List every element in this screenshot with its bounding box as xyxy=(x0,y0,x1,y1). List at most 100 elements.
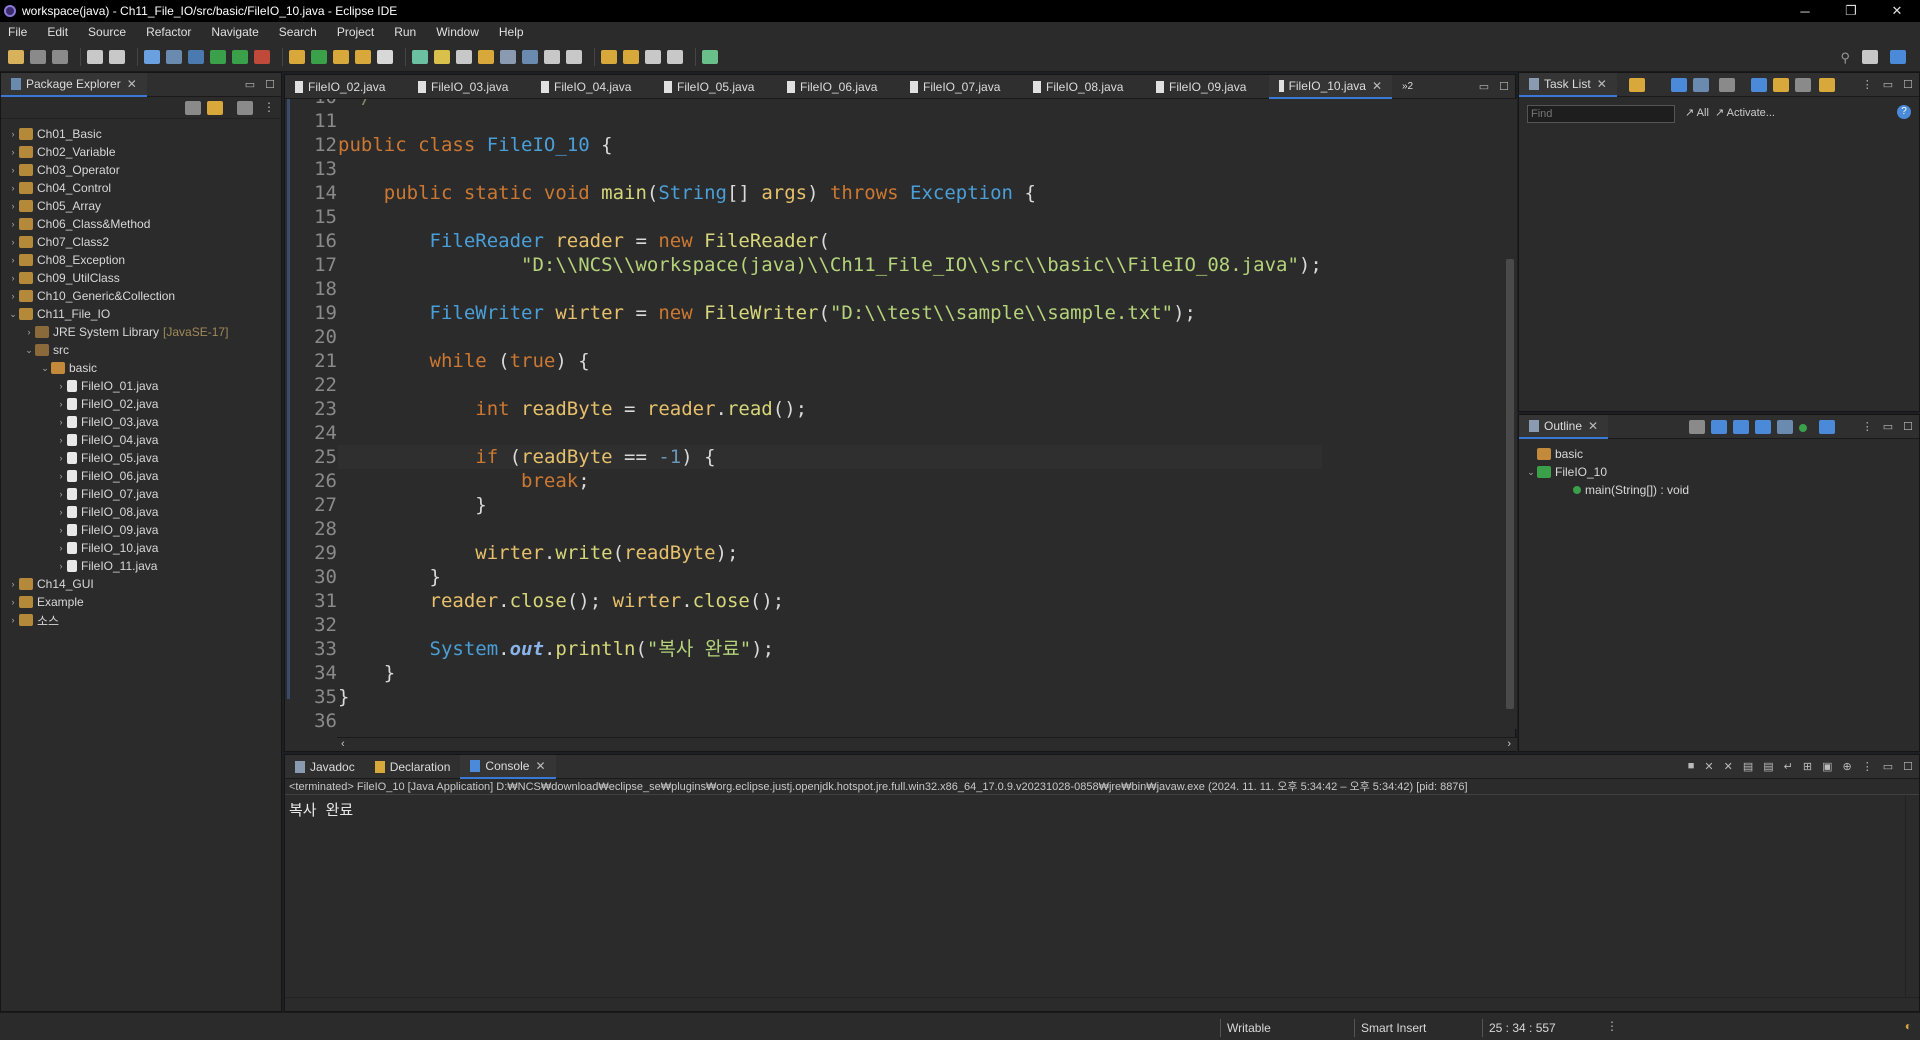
forward-icon[interactable] xyxy=(667,49,683,64)
new-icon[interactable] xyxy=(8,49,24,64)
expand-arrow-icon[interactable]: › xyxy=(7,201,19,211)
code-editor[interactable]: 1011121314151617181920212223242526272829… xyxy=(285,99,1517,729)
expand-arrow-icon[interactable]: › xyxy=(55,381,67,391)
expand-arrow-icon[interactable]: › xyxy=(7,615,19,625)
expand-arrow-icon[interactable]: › xyxy=(7,579,19,589)
expand-arrow-icon[interactable]: › xyxy=(7,255,19,265)
terminal-icon[interactable] xyxy=(144,49,160,64)
tab-outline[interactable]: Outline ✕ xyxy=(1519,414,1609,439)
tab-fileio_08-java[interactable]: FileIO_08.java xyxy=(1023,75,1146,99)
expand-arrow-icon[interactable]: › xyxy=(55,489,67,499)
menu-search[interactable]: Search xyxy=(279,25,317,39)
hide-static-icon[interactable] xyxy=(1755,420,1771,434)
tree-item-19[interactable]: › FileIO_06.java xyxy=(1,467,281,485)
tab-task-list[interactable]: Task List ✕ xyxy=(1519,72,1617,97)
code-line[interactable] xyxy=(338,421,1322,445)
activate-button[interactable]: ↗ Activate... xyxy=(1715,106,1775,119)
focus-icon[interactable] xyxy=(1751,78,1767,92)
collapse-all-icon[interactable] xyxy=(1689,420,1705,434)
menu-edit[interactable]: Edit xyxy=(47,25,68,39)
collapse-all-icon[interactable] xyxy=(185,101,201,115)
skip-breakpoints-icon[interactable] xyxy=(166,49,182,64)
tree-item-23[interactable]: › FileIO_10.java xyxy=(1,539,281,557)
menu-source[interactable]: Source xyxy=(88,25,126,39)
terminate-icon[interactable]: ■ xyxy=(1688,760,1695,773)
minimize-icon[interactable]: ▭ xyxy=(1883,78,1893,91)
run-icon[interactable] xyxy=(210,49,226,64)
tree-item-13[interactable]: ⌄ basic xyxy=(1,359,281,377)
expand-arrow-icon[interactable]: › xyxy=(7,183,19,193)
status-insert-mode[interactable]: Smart Insert xyxy=(1354,1019,1426,1037)
sort-icon[interactable] xyxy=(1711,420,1727,434)
back-icon[interactable] xyxy=(645,49,661,64)
maximize-icon[interactable]: ☐ xyxy=(1903,760,1913,773)
expand-arrow-icon[interactable]: › xyxy=(55,525,67,535)
new-task-icon[interactable] xyxy=(1629,78,1645,92)
outline-item-1[interactable]: ⌄ FileIO_10 xyxy=(1519,463,1919,481)
code-line[interactable]: FileReader reader = new FileReader( xyxy=(338,229,1322,253)
tab-fileio_05-java[interactable]: FileIO_05.java xyxy=(654,75,777,99)
remove-all-icon[interactable]: ✕ xyxy=(1724,760,1733,773)
code-line[interactable]: while (true) { xyxy=(338,349,1322,373)
block-select-icon[interactable] xyxy=(478,49,494,64)
expand-arrow-icon[interactable]: › xyxy=(55,561,67,571)
refresh-icon[interactable] xyxy=(1819,78,1835,92)
menu-file[interactable]: File xyxy=(8,25,27,39)
tab-fileio_04-java[interactable]: FileIO_04.java xyxy=(531,75,654,99)
hide-fields-icon[interactable] xyxy=(1733,420,1749,434)
expand-arrow-icon[interactable]: ⌄ xyxy=(23,345,35,356)
remove-launch-icon[interactable]: ✕ xyxy=(1704,760,1713,773)
menu-refactor[interactable]: Refactor xyxy=(146,25,191,39)
code-line[interactable]: break; xyxy=(338,469,1322,493)
tree-item-6[interactable]: › Ch07_Class2 xyxy=(1,233,281,251)
expand-arrow-icon[interactable]: › xyxy=(55,507,67,517)
scroll-right-icon[interactable]: › xyxy=(1507,738,1511,750)
tree-item-2[interactable]: › Ch03_Operator xyxy=(1,161,281,179)
code-line[interactable]: */ xyxy=(338,99,1322,109)
back-edit-icon[interactable] xyxy=(601,49,617,64)
expand-arrow-icon[interactable]: › xyxy=(55,543,67,553)
code-line[interactable] xyxy=(338,157,1322,181)
menu-run[interactable]: Run xyxy=(394,25,416,39)
minimize-button[interactable]: ─ xyxy=(1782,0,1828,22)
tab-fileio_03-java[interactable]: FileIO_03.java xyxy=(408,75,531,99)
close-icon[interactable]: ✕ xyxy=(127,77,137,91)
maximize-icon[interactable]: ☐ xyxy=(1903,78,1913,91)
close-icon[interactable]: ✕ xyxy=(1597,77,1607,91)
tab-fileio_09-java[interactable]: FileIO_09.java xyxy=(1146,75,1269,99)
redo-icon[interactable] xyxy=(109,49,125,64)
tree-item-25[interactable]: › Ch14_GUI xyxy=(1,575,281,593)
pin-console-icon[interactable]: ⊞ xyxy=(1803,760,1812,773)
code-line[interactable]: wirter.write(readByte); xyxy=(338,541,1322,565)
tree-item-22[interactable]: › FileIO_09.java xyxy=(1,521,281,539)
expand-arrow-icon[interactable]: › xyxy=(7,147,19,157)
tree-item-11[interactable]: › JRE System Library [JavaSE-17] xyxy=(1,323,281,341)
hide-nonpublic-icon[interactable] xyxy=(1777,420,1793,434)
expand-arrow-icon[interactable]: › xyxy=(55,453,67,463)
debug-icon[interactable] xyxy=(188,49,204,64)
tree-item-1[interactable]: › Ch02_Variable xyxy=(1,143,281,161)
highlight-icon[interactable] xyxy=(434,49,450,64)
outline-item-0[interactable]: basic xyxy=(1519,445,1919,463)
expand-arrow-icon[interactable]: › xyxy=(7,219,19,229)
new-class-icon[interactable] xyxy=(311,49,327,64)
tab-fileio_07-java[interactable]: FileIO_07.java xyxy=(900,75,1023,99)
collapse-icon[interactable] xyxy=(1795,78,1811,92)
scheduled-icon[interactable] xyxy=(1693,78,1709,92)
menu-window[interactable]: Window xyxy=(436,25,479,39)
tab-overflow[interactable]: »2 xyxy=(1392,75,1423,99)
pilcrow-icon[interactable] xyxy=(522,49,538,64)
code-line[interactable]: } xyxy=(338,565,1322,589)
perspective-icon[interactable] xyxy=(1862,50,1878,64)
java-perspective-icon[interactable] xyxy=(1890,50,1906,64)
tree-item-24[interactable]: › FileIO_11.java xyxy=(1,557,281,575)
tree-item-12[interactable]: ⌄ src xyxy=(1,341,281,359)
display-console-icon[interactable]: ▣ xyxy=(1822,760,1832,773)
tree-item-18[interactable]: › FileIO_05.java xyxy=(1,449,281,467)
minimize-icon[interactable]: ▭ xyxy=(1883,760,1893,773)
tree-item-26[interactable]: › Example xyxy=(1,593,281,611)
find-input[interactable]: Find xyxy=(1527,105,1675,123)
console-vertical-scrollbar[interactable] xyxy=(1905,795,1919,997)
maximize-icon[interactable]: ☐ xyxy=(1903,420,1913,433)
code-line[interactable]: int readByte = reader.read(); xyxy=(338,397,1322,421)
